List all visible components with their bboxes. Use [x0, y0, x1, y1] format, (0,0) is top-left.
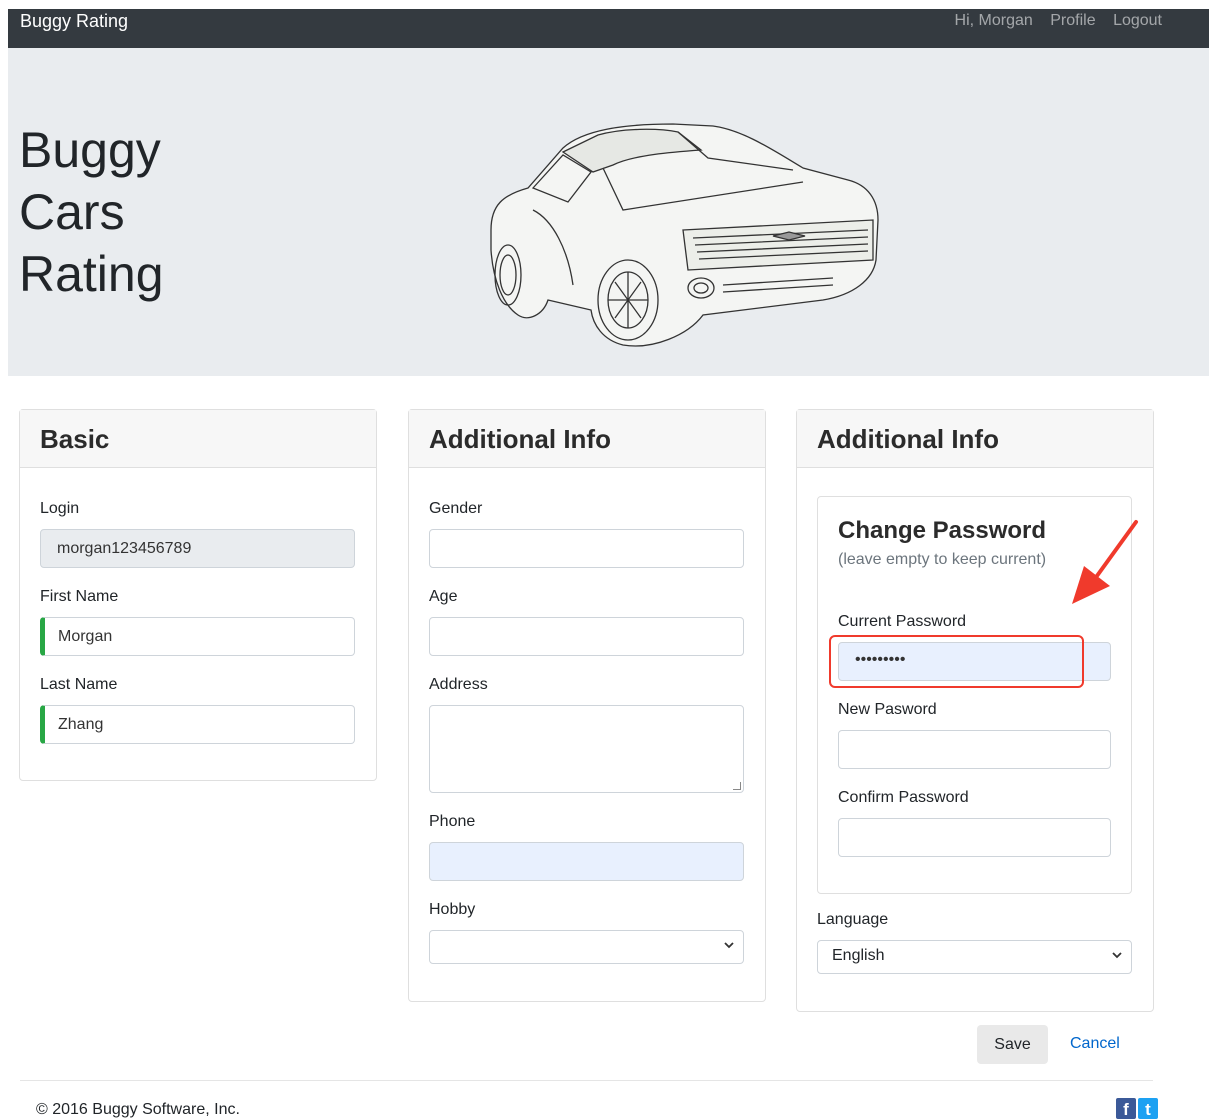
- nav-right: Hi, Morgan Profile Logout: [955, 12, 1162, 30]
- confirm-password-field[interactable]: [838, 818, 1111, 857]
- hobby-label: Hobby: [429, 901, 476, 918]
- language-label: Language: [817, 911, 889, 928]
- facebook-icon[interactable]: f: [1116, 1098, 1136, 1119]
- hero-title: Buggy Cars Rating: [19, 119, 239, 305]
- social-links: f t: [1116, 1098, 1158, 1119]
- login-label: Login: [40, 500, 80, 517]
- age-label: Age: [429, 588, 458, 605]
- address-label: Address: [429, 676, 488, 693]
- password-card: Additional Info Change Password (leave e…: [796, 409, 1154, 1012]
- confirm-password-label: Confirm Password: [838, 789, 969, 806]
- address-field[interactable]: [429, 705, 744, 793]
- phone-field[interactable]: [429, 842, 744, 881]
- new-password-field[interactable]: [838, 730, 1111, 769]
- phone-label: Phone: [429, 813, 476, 830]
- gender-field[interactable]: [429, 529, 744, 568]
- hero-title-line: Rating: [19, 246, 164, 302]
- language-value: English: [832, 947, 885, 964]
- first-name-label: First Name: [40, 588, 119, 605]
- hero-title-line: Cars: [19, 184, 125, 240]
- logout-link[interactable]: Logout: [1113, 12, 1162, 29]
- hero-banner: Buggy Cars Rating: [8, 48, 1209, 376]
- annotation-highlight-box: [829, 635, 1084, 688]
- annotation-arrow-icon: [1072, 520, 1138, 604]
- additional-info-header: Additional Info: [409, 410, 765, 468]
- login-field: [40, 529, 355, 568]
- save-button[interactable]: Save: [977, 1025, 1048, 1064]
- basic-card: Basic Login First Name Last Name: [19, 409, 377, 781]
- age-field[interactable]: [429, 617, 744, 656]
- copyright-text: © 2016 Buggy Software, Inc.: [36, 1101, 240, 1118]
- new-password-label: New Pasword: [838, 701, 937, 718]
- hero-title-line: Buggy: [19, 122, 161, 178]
- first-name-field[interactable]: [40, 617, 355, 656]
- chevron-down-icon: [1112, 952, 1122, 959]
- current-password-label: Current Password: [838, 613, 967, 630]
- last-name-field[interactable]: [40, 705, 355, 744]
- chevron-down-icon: [724, 942, 734, 949]
- brand-link[interactable]: Buggy Rating: [20, 11, 128, 32]
- basic-card-header: Basic: [20, 410, 376, 468]
- hobby-select[interactable]: [429, 930, 744, 964]
- additional-info-card: Additional Info Gender Age Address Phone…: [408, 409, 766, 1002]
- cancel-link[interactable]: Cancel: [1070, 1035, 1120, 1053]
- twitter-icon[interactable]: t: [1138, 1098, 1158, 1119]
- password-card-header: Additional Info: [797, 410, 1153, 468]
- greeting-text: Hi, Morgan: [954, 12, 1033, 29]
- profile-link[interactable]: Profile: [1050, 12, 1095, 29]
- footer-divider: [20, 1080, 1153, 1081]
- gender-label: Gender: [429, 500, 483, 517]
- car-illustration: [490, 123, 879, 347]
- change-password-subtitle: (leave empty to keep current): [838, 551, 1047, 568]
- top-navbar: Buggy Rating Hi, Morgan Profile Logout: [8, 9, 1209, 48]
- resize-handle-icon[interactable]: [733, 782, 741, 790]
- language-select[interactable]: English: [817, 940, 1132, 974]
- change-password-title: Change Password: [838, 517, 1047, 544]
- last-name-label: Last Name: [40, 676, 118, 693]
